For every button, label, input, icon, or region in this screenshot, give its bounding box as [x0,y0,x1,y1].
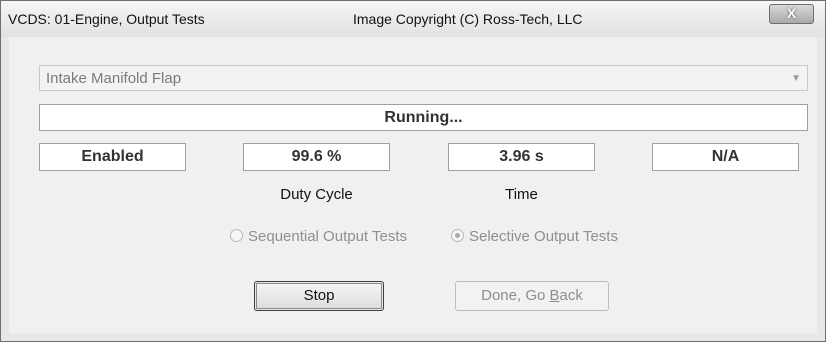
radio-checked-icon [451,229,464,242]
copyright-caption: Image Copyright (C) Ross-Tech, LLC [353,11,583,27]
accelerator-key: B [549,287,560,304]
window-title: VCDS: 01-Engine, Output Tests [8,11,205,27]
stop-button[interactable]: Stop [254,281,384,311]
output-test-select[interactable]: Intake Manifold Flap ▼ [39,65,808,91]
duty-cycle-field: 99.6 % [243,143,390,171]
radio-unchecked-icon [230,229,243,242]
selective-output-tests-label: Selective Output Tests [469,228,618,245]
status-field: Running... [39,104,808,131]
duty-cycle-label: Duty Cycle [280,186,353,203]
output-test-select-value: Intake Manifold Flap [46,70,182,87]
selective-output-tests-radio[interactable]: Selective Output Tests [451,228,618,245]
na-field: N/A [652,143,799,171]
time-label: Time [505,186,538,203]
title-bar[interactable]: VCDS: 01-Engine, Output Tests Image Copy… [1,1,825,37]
done-go-back-button[interactable]: Done, Go Back [455,281,609,311]
close-icon: X [786,5,797,21]
enabled-field: Enabled [39,143,186,171]
output-tests-window: VCDS: 01-Engine, Output Tests Image Copy… [0,0,826,342]
close-button[interactable]: X [769,4,814,24]
sequential-output-tests-label: Sequential Output Tests [248,228,407,245]
chevron-down-icon: ▼ [791,73,801,84]
dialog-body: Intake Manifold Flap ▼ Running... Enable… [9,37,817,333]
sequential-output-tests-radio[interactable]: Sequential Output Tests [230,228,407,245]
time-field: 3.96 s [448,143,595,171]
